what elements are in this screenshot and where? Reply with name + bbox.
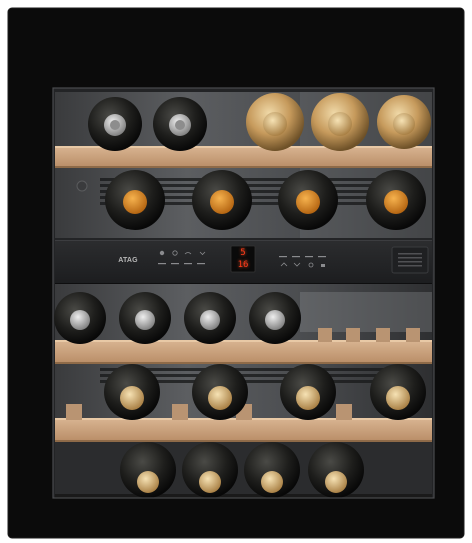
speaker-grille	[391, 246, 429, 274]
zone-up-button[interactable]	[279, 261, 288, 268]
light-button[interactable]	[158, 249, 167, 256]
mode-down-button[interactable]	[197, 249, 206, 256]
temperature-bottom-zone: 16	[237, 260, 249, 270]
wifi-button[interactable]	[184, 249, 193, 256]
temperature-top-zone: 5	[240, 248, 246, 258]
power-button[interactable]	[171, 249, 180, 256]
settings-button[interactable]	[305, 261, 314, 268]
lock-button[interactable]	[318, 261, 327, 268]
brand-logo: ATAG	[118, 257, 138, 264]
zone-down-button[interactable]	[292, 261, 301, 268]
wine-cooler-photo	[7, 7, 465, 539]
